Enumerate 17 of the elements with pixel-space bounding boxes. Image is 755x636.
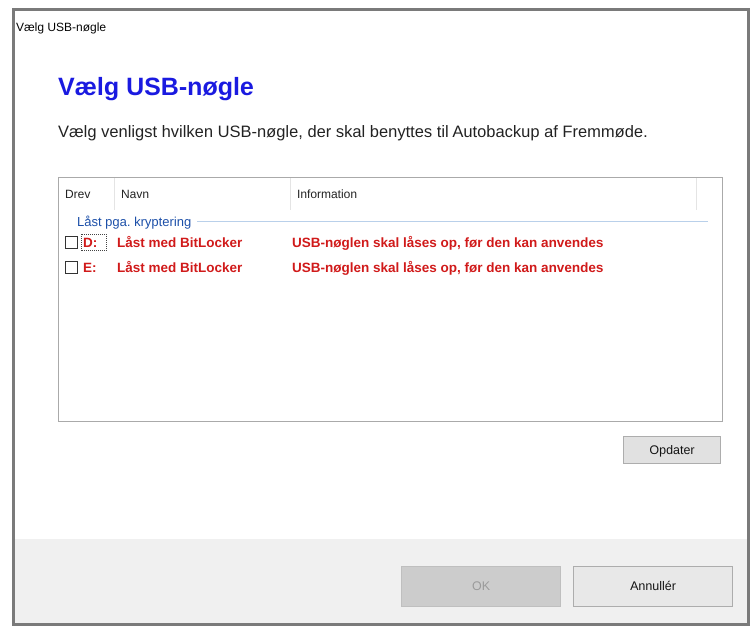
drive-name: Låst med BitLocker bbox=[117, 260, 244, 275]
refresh-button[interactable]: Opdater bbox=[623, 436, 721, 464]
column-header[interactable]: Navn bbox=[115, 178, 291, 210]
drive-name: Låst med BitLocker bbox=[117, 235, 244, 250]
drive-information: USB-nøglen skal låses op, før den kan anvendes bbox=[292, 235, 604, 250]
checkbox[interactable] bbox=[65, 261, 78, 274]
column-header[interactable]: Information bbox=[291, 178, 697, 210]
drive-letter[interactable]: D: bbox=[81, 234, 107, 251]
column-header[interactable]: Drev bbox=[59, 178, 115, 210]
group-header: Låst pga. kryptering bbox=[77, 214, 192, 228]
window-title: Vælg USB-nøgle bbox=[16, 20, 106, 34]
checkbox[interactable] bbox=[65, 236, 78, 249]
description-text: Vælg venligst hvilken USB-nøgle, der skal benyttes til Autobackup af Fremmøde. bbox=[58, 122, 649, 143]
drive-letter[interactable]: E: bbox=[81, 259, 107, 276]
drive-information: USB-nøglen skal låses op, før den kan anvendes bbox=[292, 260, 604, 275]
dialog-heading: Vælg USB-nøgle bbox=[58, 73, 255, 102]
dialog-button[interactable]: Annullér bbox=[573, 566, 733, 606]
